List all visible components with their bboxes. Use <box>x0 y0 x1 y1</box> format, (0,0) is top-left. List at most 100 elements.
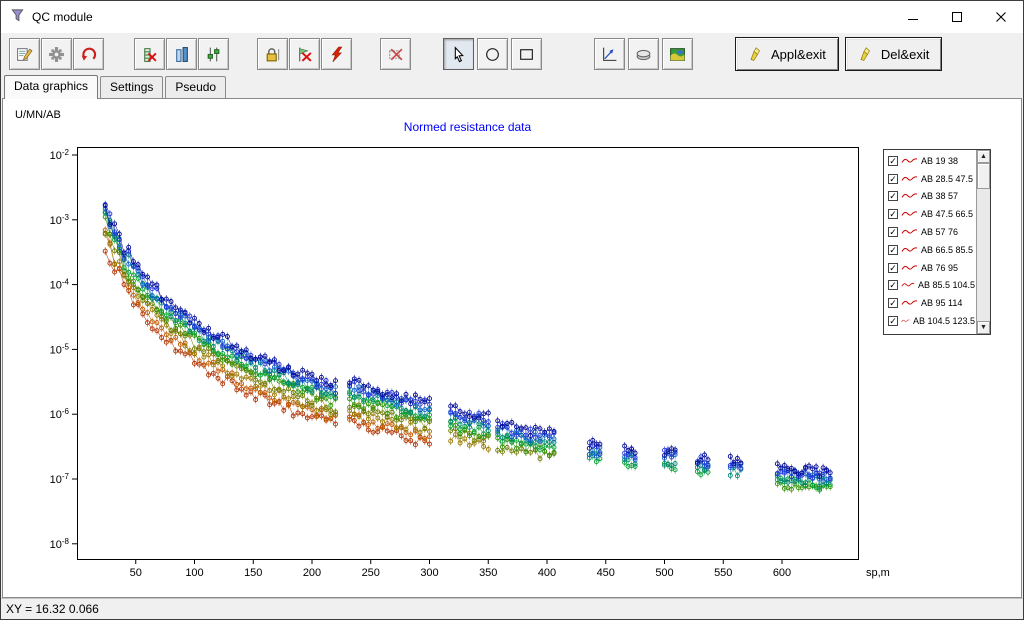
settings-gear-button[interactable] <box>41 38 72 70</box>
legend-item[interactable]: ✓ AB 38 57 <box>885 188 975 206</box>
legend-checkbox[interactable]: ✓ <box>888 298 898 308</box>
legend-curve-icon <box>901 157 918 165</box>
legend-checkbox[interactable]: ✓ <box>888 191 898 201</box>
svg-text:200: 200 <box>303 567 321 579</box>
legend-label: AB 85.5 104.5 <box>918 280 975 290</box>
tab-strip: Data graphicsSettingsPseudo <box>1 75 1023 98</box>
legend-label: AB 76 95 <box>921 263 958 273</box>
legend-checkbox[interactable]: ✓ <box>888 156 898 166</box>
battery-delete-icon <box>141 46 158 63</box>
legend-curve-icon <box>901 228 918 236</box>
soundings-list-button[interactable] <box>166 38 197 70</box>
legend-checkbox[interactable]: ✓ <box>888 209 898 219</box>
legend-checkbox[interactable]: ✓ <box>888 227 898 237</box>
svg-text:sp,m: sp,m <box>866 567 890 579</box>
apply-exit-icon <box>748 46 764 62</box>
legend-panel: ✓AB 19 38✓AB 28.5 47.5✓AB 38 57✓AB 47.5 … <box>883 149 991 335</box>
legend-item[interactable]: ✓AB 57 76 <box>885 223 975 241</box>
legend-item[interactable]: ✓AB 28.5 47.5 <box>885 170 975 188</box>
gear-icon <box>48 46 65 63</box>
legend-item[interactable]: ✓ AB 66.5 85.5 <box>885 241 975 259</box>
delete-exit-icon <box>858 46 874 62</box>
profile-plot-icon <box>601 46 618 63</box>
legend-checkbox[interactable]: ✓ <box>888 316 898 326</box>
legend-label: AB 19 38 <box>921 156 958 166</box>
soundings-list-icon <box>173 46 190 63</box>
svg-text:600: 600 <box>773 567 791 579</box>
legend-checkbox[interactable]: ✓ <box>888 280 898 290</box>
tab-settings[interactable]: Settings <box>100 76 163 98</box>
legend-checkbox[interactable]: ✓ <box>888 174 898 184</box>
pointer-tool-button[interactable] <box>443 38 474 70</box>
window-title: QC module <box>32 10 93 24</box>
rectangle-tool-icon <box>518 46 535 63</box>
cursor-icon <box>450 46 467 63</box>
scroll-up-button[interactable]: ▲ <box>977 150 990 163</box>
svg-text:300: 300 <box>420 567 438 579</box>
close-icon <box>995 11 1007 23</box>
legend-curve-icon <box>901 246 918 254</box>
svg-text:50: 50 <box>130 567 142 579</box>
legend-scrollbar[interactable]: ▲ ▼ <box>976 150 990 334</box>
scroll-down-button[interactable]: ▼ <box>977 321 990 334</box>
legend-curve-icon <box>901 210 918 218</box>
chart-plot[interactable]: 10-210-310-410-510-610-710-8501001502002… <box>3 99 1022 598</box>
legend-curve-icon <box>901 299 918 307</box>
legend-item[interactable]: ✓ AB 85.5 104.5 <box>885 277 975 295</box>
profile-plot-button[interactable] <box>594 38 625 70</box>
svg-text:350: 350 <box>479 567 497 579</box>
delete-sounding-button[interactable] <box>134 38 165 70</box>
delete-exit-button[interactable]: Del&exit <box>845 37 942 71</box>
legend-curve-icon <box>901 281 915 289</box>
delete-selection-button[interactable] <box>380 38 411 70</box>
edit-parameters-icon <box>16 46 33 63</box>
legend-curve-icon <box>901 317 910 325</box>
edit-parameters-button[interactable] <box>9 38 40 70</box>
chart-panel: U/MN/AB Normed resistance data 10-210-31… <box>2 98 1022 598</box>
svg-text:250: 250 <box>362 567 380 579</box>
smoothing-button[interactable] <box>628 38 659 70</box>
rectangle-selection-tool-button[interactable] <box>511 38 542 70</box>
svg-text:150: 150 <box>244 567 262 579</box>
legend-item[interactable]: ✓ AB 19 38 <box>885 152 975 170</box>
undo-button[interactable] <box>73 38 104 70</box>
legend-checkbox[interactable]: ✓ <box>888 245 898 255</box>
ellipse-layers-icon <box>635 46 652 63</box>
legend-label: AB 66.5 85.5 <box>921 245 973 255</box>
erase-readings-button[interactable] <box>321 38 352 70</box>
tab-pseudo[interactable]: Pseudo <box>165 76 226 98</box>
legend-item[interactable]: ✓ AB 47.5 66.5 <box>885 205 975 223</box>
minimize-button[interactable] <box>891 1 935 33</box>
legend-curve-icon <box>901 175 918 183</box>
legend-curve-icon <box>901 264 918 272</box>
svg-text:10-6: 10-6 <box>50 407 70 421</box>
legend-label: AB 38 57 <box>921 191 958 201</box>
ellipse-selection-tool-button[interactable] <box>477 38 508 70</box>
svg-text:10-4: 10-4 <box>50 278 70 292</box>
coordinates-readout: XY = 16.32 0.066 <box>6 602 99 616</box>
reject-flag-button[interactable] <box>289 38 320 70</box>
legend-label: AB 47.5 66.5 <box>921 209 973 219</box>
legend-item[interactable]: ✓AB 104.5 123.5 <box>885 312 975 330</box>
sounding-levels-button[interactable] <box>198 38 229 70</box>
svg-text:100: 100 <box>185 567 203 579</box>
apply-exit-button[interactable]: Appl&exit <box>735 37 839 71</box>
lock-button[interactable] <box>257 38 288 70</box>
tab-data-graphics[interactable]: Data graphics <box>4 75 98 99</box>
svg-text:10-7: 10-7 <box>50 472 70 486</box>
svg-text:10-8: 10-8 <box>50 537 70 551</box>
title-bar: QC module <box>1 1 1023 33</box>
legend-item[interactable]: ✓AB 95 114 <box>885 294 975 312</box>
lock-icon <box>264 46 281 63</box>
maximize-icon <box>951 11 963 23</box>
legend-item[interactable]: ✓ AB 76 95 <box>885 259 975 277</box>
qc-module-window: QC module <box>0 0 1024 620</box>
legend-checkbox[interactable]: ✓ <box>888 263 898 273</box>
delete-exit-label: Del&exit <box>881 47 929 62</box>
scrollbar-track[interactable] <box>977 163 990 321</box>
svg-text:10-5: 10-5 <box>50 342 70 356</box>
maximize-button[interactable] <box>935 1 979 33</box>
pseudosection-map-button[interactable] <box>662 38 693 70</box>
scrollbar-thumb[interactable] <box>977 163 990 189</box>
close-button[interactable] <box>979 1 1023 33</box>
